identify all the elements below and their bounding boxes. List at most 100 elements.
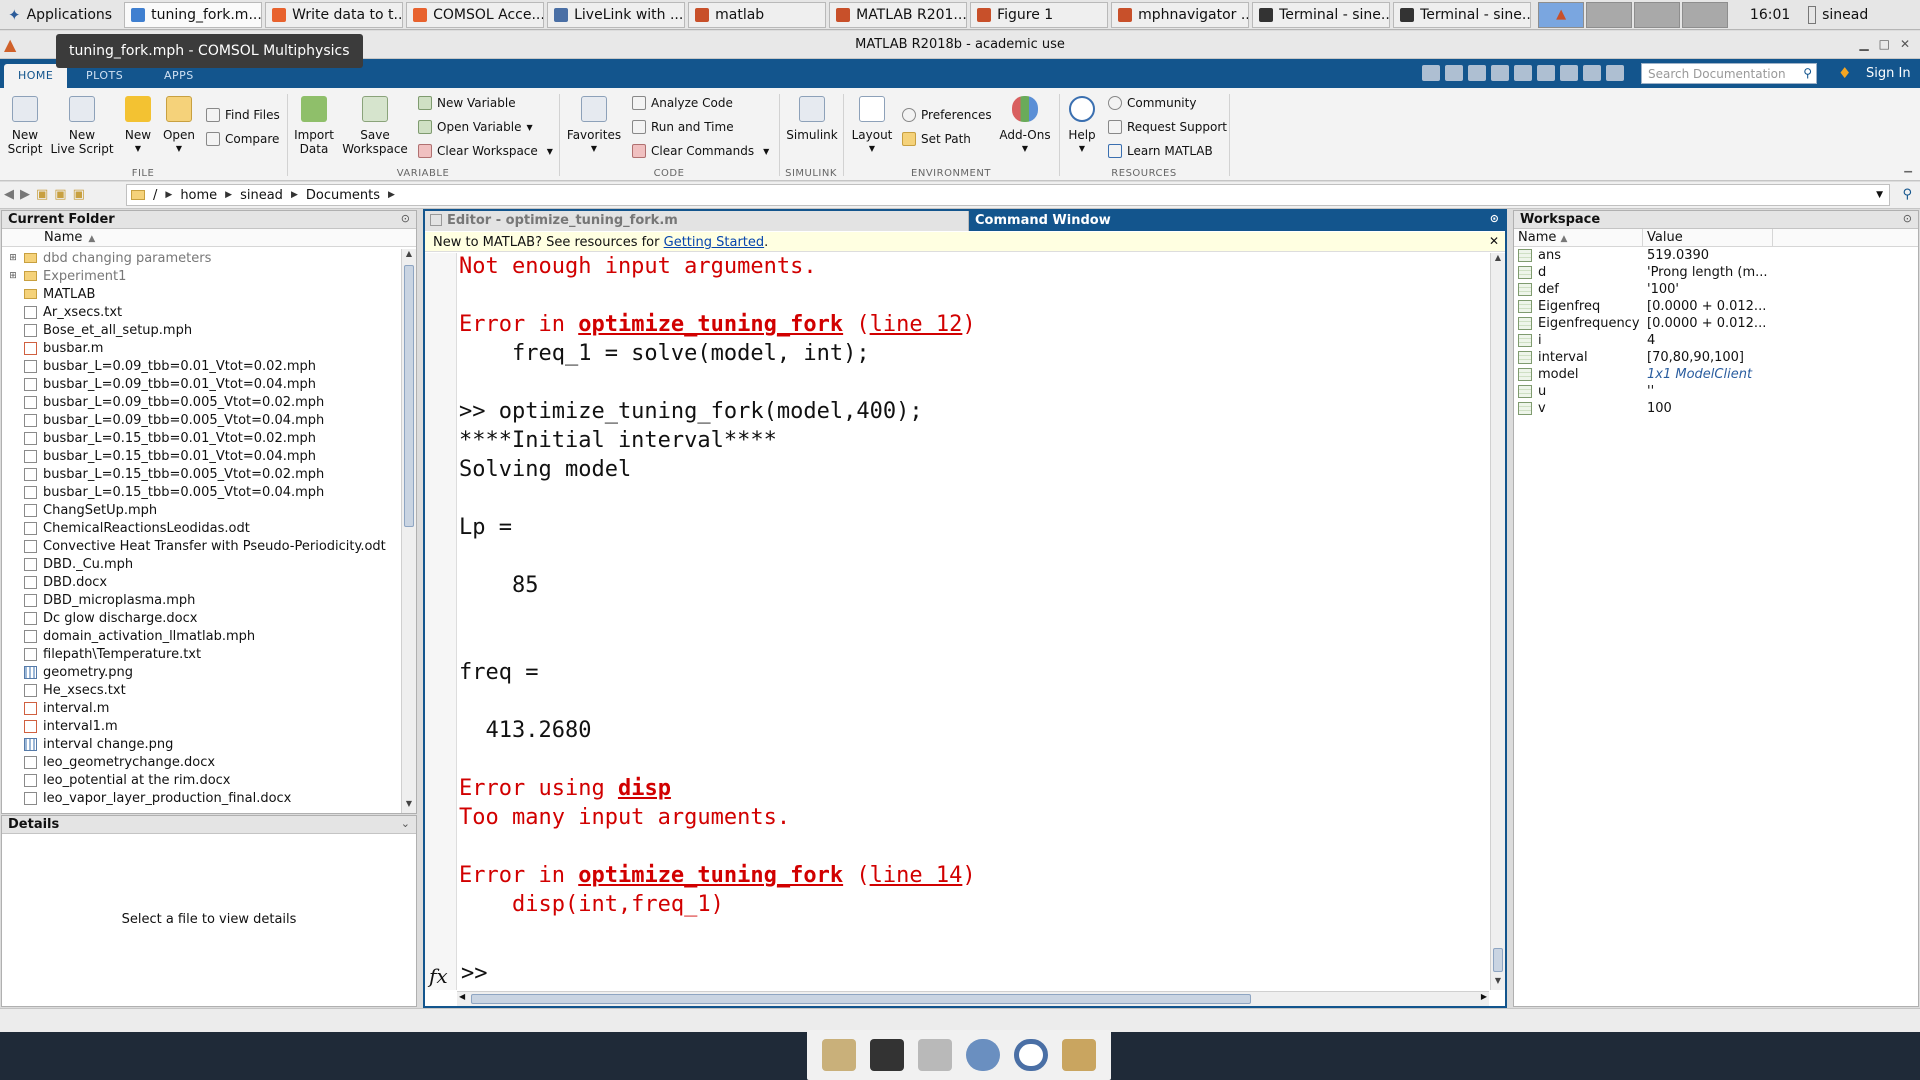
list-item[interactable]: DBD.docx <box>2 573 400 591</box>
set-path-button[interactable]: Set Path <box>902 132 971 146</box>
copy-icon[interactable] <box>1468 65 1486 81</box>
list-item[interactable]: busbar_L=0.09_tbb=0.005_Vtot=0.04.mph <box>2 411 400 429</box>
list-item[interactable]: leo_geometrychange.docx <box>2 753 400 771</box>
list-item[interactable]: busbar_L=0.09_tbb=0.005_Vtot=0.02.mph <box>2 393 400 411</box>
favorites-button[interactable]: Favorites ▼ <box>566 96 622 156</box>
help-icon[interactable] <box>1583 65 1601 81</box>
find-files-button[interactable]: Find Files <box>206 108 280 122</box>
back-icon[interactable]: ◀ <box>4 187 14 202</box>
details-header[interactable]: Details ⌄ <box>2 816 416 834</box>
sign-in-link[interactable]: Sign In <box>1866 66 1911 81</box>
applications-menu[interactable]: ✦ Applications <box>0 0 120 30</box>
save-icon[interactable] <box>1422 65 1440 81</box>
collapse-ribbon-icon[interactable]: ▁ <box>1904 162 1912 173</box>
workspace-2[interactable] <box>1586 1 1633 28</box>
workspace-variable-row[interactable]: Eigenfreq [0.0000 + 0.012... <box>1514 298 1918 315</box>
list-item[interactable]: Convective Heat Transfer with Pseudo-Per… <box>2 537 400 555</box>
list-item[interactable]: ⊞ dbd changing parameters <box>2 249 400 267</box>
workspace-variable-row[interactable]: model 1x1 ModelClient <box>1514 366 1918 383</box>
close-icon[interactable]: ✕ <box>1900 37 1910 51</box>
list-item[interactable]: interval1.m <box>2 717 400 735</box>
taskbar-window-button[interactable]: tuning_fork.m... <box>124 1 263 28</box>
list-item[interactable]: ChangSetUp.mph <box>2 501 400 519</box>
taskbar-window-button[interactable]: Write data to t... <box>265 1 404 28</box>
command-output[interactable]: ****Initial interval**** Not enough inpu… <box>457 253 1489 990</box>
error-line-link[interactable]: line 12 <box>870 312 963 337</box>
web-browser-icon[interactable] <box>966 1039 1000 1071</box>
list-item[interactable]: busbar_L=0.15_tbb=0.005_Vtot=0.02.mph <box>2 465 400 483</box>
taskbar-window-button[interactable]: Figure 1 <box>970 1 1109 28</box>
workspace-variable-row[interactable]: v 100 <box>1514 400 1918 417</box>
taskbar-window-button[interactable]: COMSOL Acce... <box>406 1 545 28</box>
scroll-up-icon[interactable]: ▲ <box>402 249 416 263</box>
list-item[interactable]: busbar_L=0.15_tbb=0.01_Vtot=0.02.mph <box>2 429 400 447</box>
clock[interactable]: 16:01 <box>1740 7 1800 23</box>
editor-tab[interactable]: Editor - optimize_tuning_fork.m <box>425 211 969 231</box>
list-item[interactable]: Ar_xsecs.txt <box>2 303 400 321</box>
list-item[interactable]: leo_potential at the rim.docx <box>2 771 400 789</box>
list-item[interactable]: Dc glow discharge.docx <box>2 609 400 627</box>
analyze-code-button[interactable]: Analyze Code <box>632 96 733 110</box>
file-manager-icon[interactable] <box>918 1039 952 1071</box>
folder-search-icon[interactable]: ⚲ <box>1902 187 1912 202</box>
minimize-icon[interactable]: ▁ <box>1859 37 1868 51</box>
new-variable-button[interactable]: New Variable <box>418 96 516 110</box>
error-function-link[interactable]: optimize_tuning_fork <box>578 863 843 888</box>
error-function-link[interactable]: disp <box>618 776 671 801</box>
taskbar-window-button[interactable]: mphnavigator ... <box>1111 1 1250 28</box>
scroll-up-icon[interactable]: ▲ <box>1491 253 1505 267</box>
up-folder-icon[interactable]: ▣ <box>36 187 48 202</box>
layout-button[interactable]: Layout ▼ <box>850 96 894 156</box>
list-item[interactable]: busbar_L=0.09_tbb=0.01_Vtot=0.04.mph <box>2 375 400 393</box>
taskbar-window-button[interactable]: Terminal - sine... <box>1252 1 1391 28</box>
workspace-value-column[interactable]: Value <box>1643 229 1773 246</box>
switch-windows-icon[interactable] <box>1560 65 1578 81</box>
scroll-down-icon[interactable]: ▼ <box>1491 976 1505 990</box>
list-item[interactable]: MATLAB <box>2 285 400 303</box>
list-item[interactable]: geometry.png <box>2 663 400 681</box>
name-column-header[interactable]: Name ▲ <box>2 229 416 247</box>
workspace-variable-row[interactable]: u '' <box>1514 383 1918 400</box>
home-folder-icon[interactable] <box>822 1039 856 1071</box>
scrollbar-thumb[interactable] <box>404 265 414 527</box>
new-live-script-button[interactable]: New Live Script <box>50 96 114 156</box>
error-line-link[interactable]: line 14 <box>870 863 963 888</box>
list-item[interactable]: ⊞ Experiment1 <box>2 267 400 285</box>
breadcrumb-documents[interactable]: Documents <box>306 188 380 203</box>
learn-matlab-link[interactable]: Learn MATLAB <box>1108 144 1213 158</box>
list-item[interactable]: interval.m <box>2 699 400 717</box>
command-window-hscrollbar[interactable]: ◀ ▶ <box>457 991 1489 1006</box>
cut-icon[interactable] <box>1445 65 1463 81</box>
history-icon[interactable]: ▣ <box>73 187 85 202</box>
panel-menu-icon[interactable]: ⊙ <box>401 212 410 225</box>
folder-icon[interactable] <box>1062 1039 1096 1071</box>
maximize-icon[interactable]: □ <box>1879 37 1890 51</box>
function-browser-icon[interactable]: fx <box>429 964 448 988</box>
taskbar-window-button[interactable]: matlab <box>688 1 827 28</box>
taskbar-window-button[interactable]: LiveLink with ... <box>547 1 686 28</box>
redo-icon[interactable] <box>1537 65 1555 81</box>
scroll-left-icon[interactable]: ◀ <box>459 992 465 1001</box>
search-icon[interactable] <box>1014 1039 1048 1071</box>
file-list-scrollbar[interactable]: ▲ ▼ <box>401 249 416 813</box>
list-item[interactable]: busbar_L=0.15_tbb=0.01_Vtot=0.04.mph <box>2 447 400 465</box>
list-item[interactable]: He_xsecs.txt <box>2 681 400 699</box>
paste-icon[interactable] <box>1491 65 1509 81</box>
scroll-down-icon[interactable]: ▼ <box>402 799 416 813</box>
workspace-variable-row[interactable]: i4 <box>1514 332 1918 349</box>
chevron-down-icon[interactable]: ⌄ <box>401 817 410 830</box>
list-item[interactable]: DBD._Cu.mph <box>2 555 400 573</box>
list-item[interactable]: interval change.png <box>2 735 400 753</box>
user-menu[interactable]: sinead <box>1808 5 1868 24</box>
save-workspace-button[interactable]: Save Workspace <box>340 96 410 156</box>
workspace-3[interactable] <box>1634 1 1681 28</box>
command-window-vscrollbar[interactable]: ▲ ▼ <box>1490 253 1505 990</box>
options-icon[interactable] <box>1606 65 1624 81</box>
error-function-link[interactable]: optimize_tuning_fork <box>578 312 843 337</box>
workspace-variable-row[interactable]: def '100' <box>1514 281 1918 298</box>
help-button[interactable]: Help ▼ <box>1066 96 1098 156</box>
breadcrumb[interactable]: / ▶ home ▶ sinead ▶ Documents ▶ ▼ <box>126 184 1890 206</box>
browse-folder-icon[interactable]: ▣ <box>54 187 66 202</box>
list-item[interactable]: busbar_L=0.15_tbb=0.005_Vtot=0.04.mph <box>2 483 400 501</box>
command-prompt[interactable]: >> <box>461 961 488 986</box>
